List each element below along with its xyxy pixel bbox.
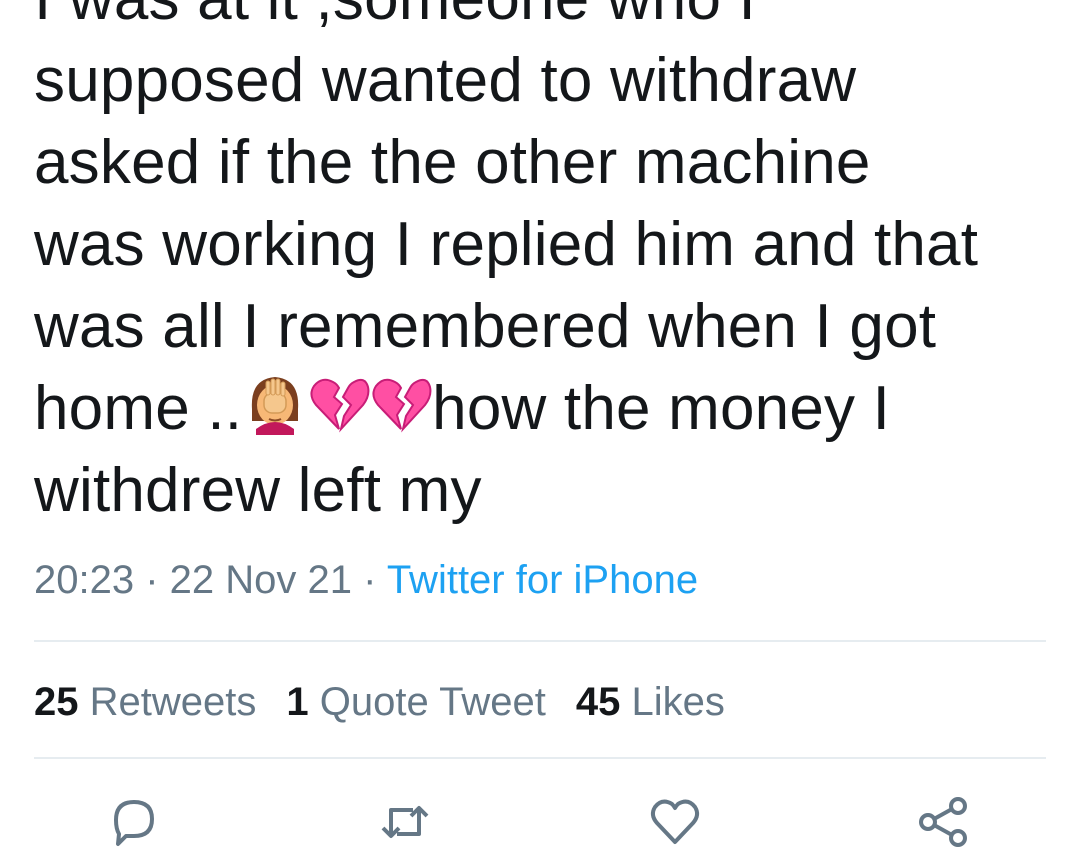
likes-label: Likes [631,680,725,724]
tweet-meta: 20:23 · 22 Nov 21 · Twitter for iPhone [34,556,698,604]
reply-button[interactable] [104,792,164,852]
retweet-button[interactable] [375,792,435,852]
quote-tweets-count: 1 [286,680,309,724]
retweets-stat[interactable]: 25 Retweets [34,678,256,726]
tweet-actions [0,792,1080,852]
tweet-line-suffix: how the money I [432,374,891,443]
like-button[interactable] [645,792,705,852]
tweet-line: was all I remembered when I got [34,292,937,361]
retweet-icon [381,806,429,838]
retweets-count: 25 [34,680,79,724]
tweet-line: withdrew left my [34,456,482,525]
like-icon [650,799,700,844]
tweet-time: 20:23 [34,558,135,602]
tweet-stats: 25 Retweets 1 Quote Tweet 45 Likes [34,678,755,726]
meta-separator: · [352,558,387,602]
tweet-source-link[interactable]: Twitter for iPhone [387,558,698,602]
broken-heart-emoji [308,373,370,456]
likes-count: 45 [575,680,621,724]
quote-tweets-stat[interactable]: 1 Quote Tweet [286,678,545,726]
tweet-text: I was at it ,someone who I supposed want… [34,0,1054,532]
reply-icon [114,800,154,846]
tweet-line: supposed wanted to withdraw [34,46,857,115]
meta-separator: · [134,558,170,602]
share-button[interactable] [914,792,974,852]
retweets-label: Retweets [89,680,257,724]
woman-facepalming-emoji [242,369,308,456]
divider [34,757,1046,759]
tweet-line: I was at it ,someone who I [34,0,1054,40]
broken-heart-emoji [370,373,432,456]
quote-tweets-label: Quote Tweet [319,680,546,724]
divider [34,640,1046,642]
tweet-line-prefix: home .. [34,374,243,443]
likes-stat[interactable]: 45 Likes [576,678,725,726]
tweet-date: 22 Nov 21 [169,558,352,602]
share-icon [919,797,967,847]
tweet-line-with-emoji: home .. how the money I [34,368,1054,450]
tweet-line: asked if the the other machine [34,128,871,197]
tweet-line: was working I replied him and that [34,210,979,279]
